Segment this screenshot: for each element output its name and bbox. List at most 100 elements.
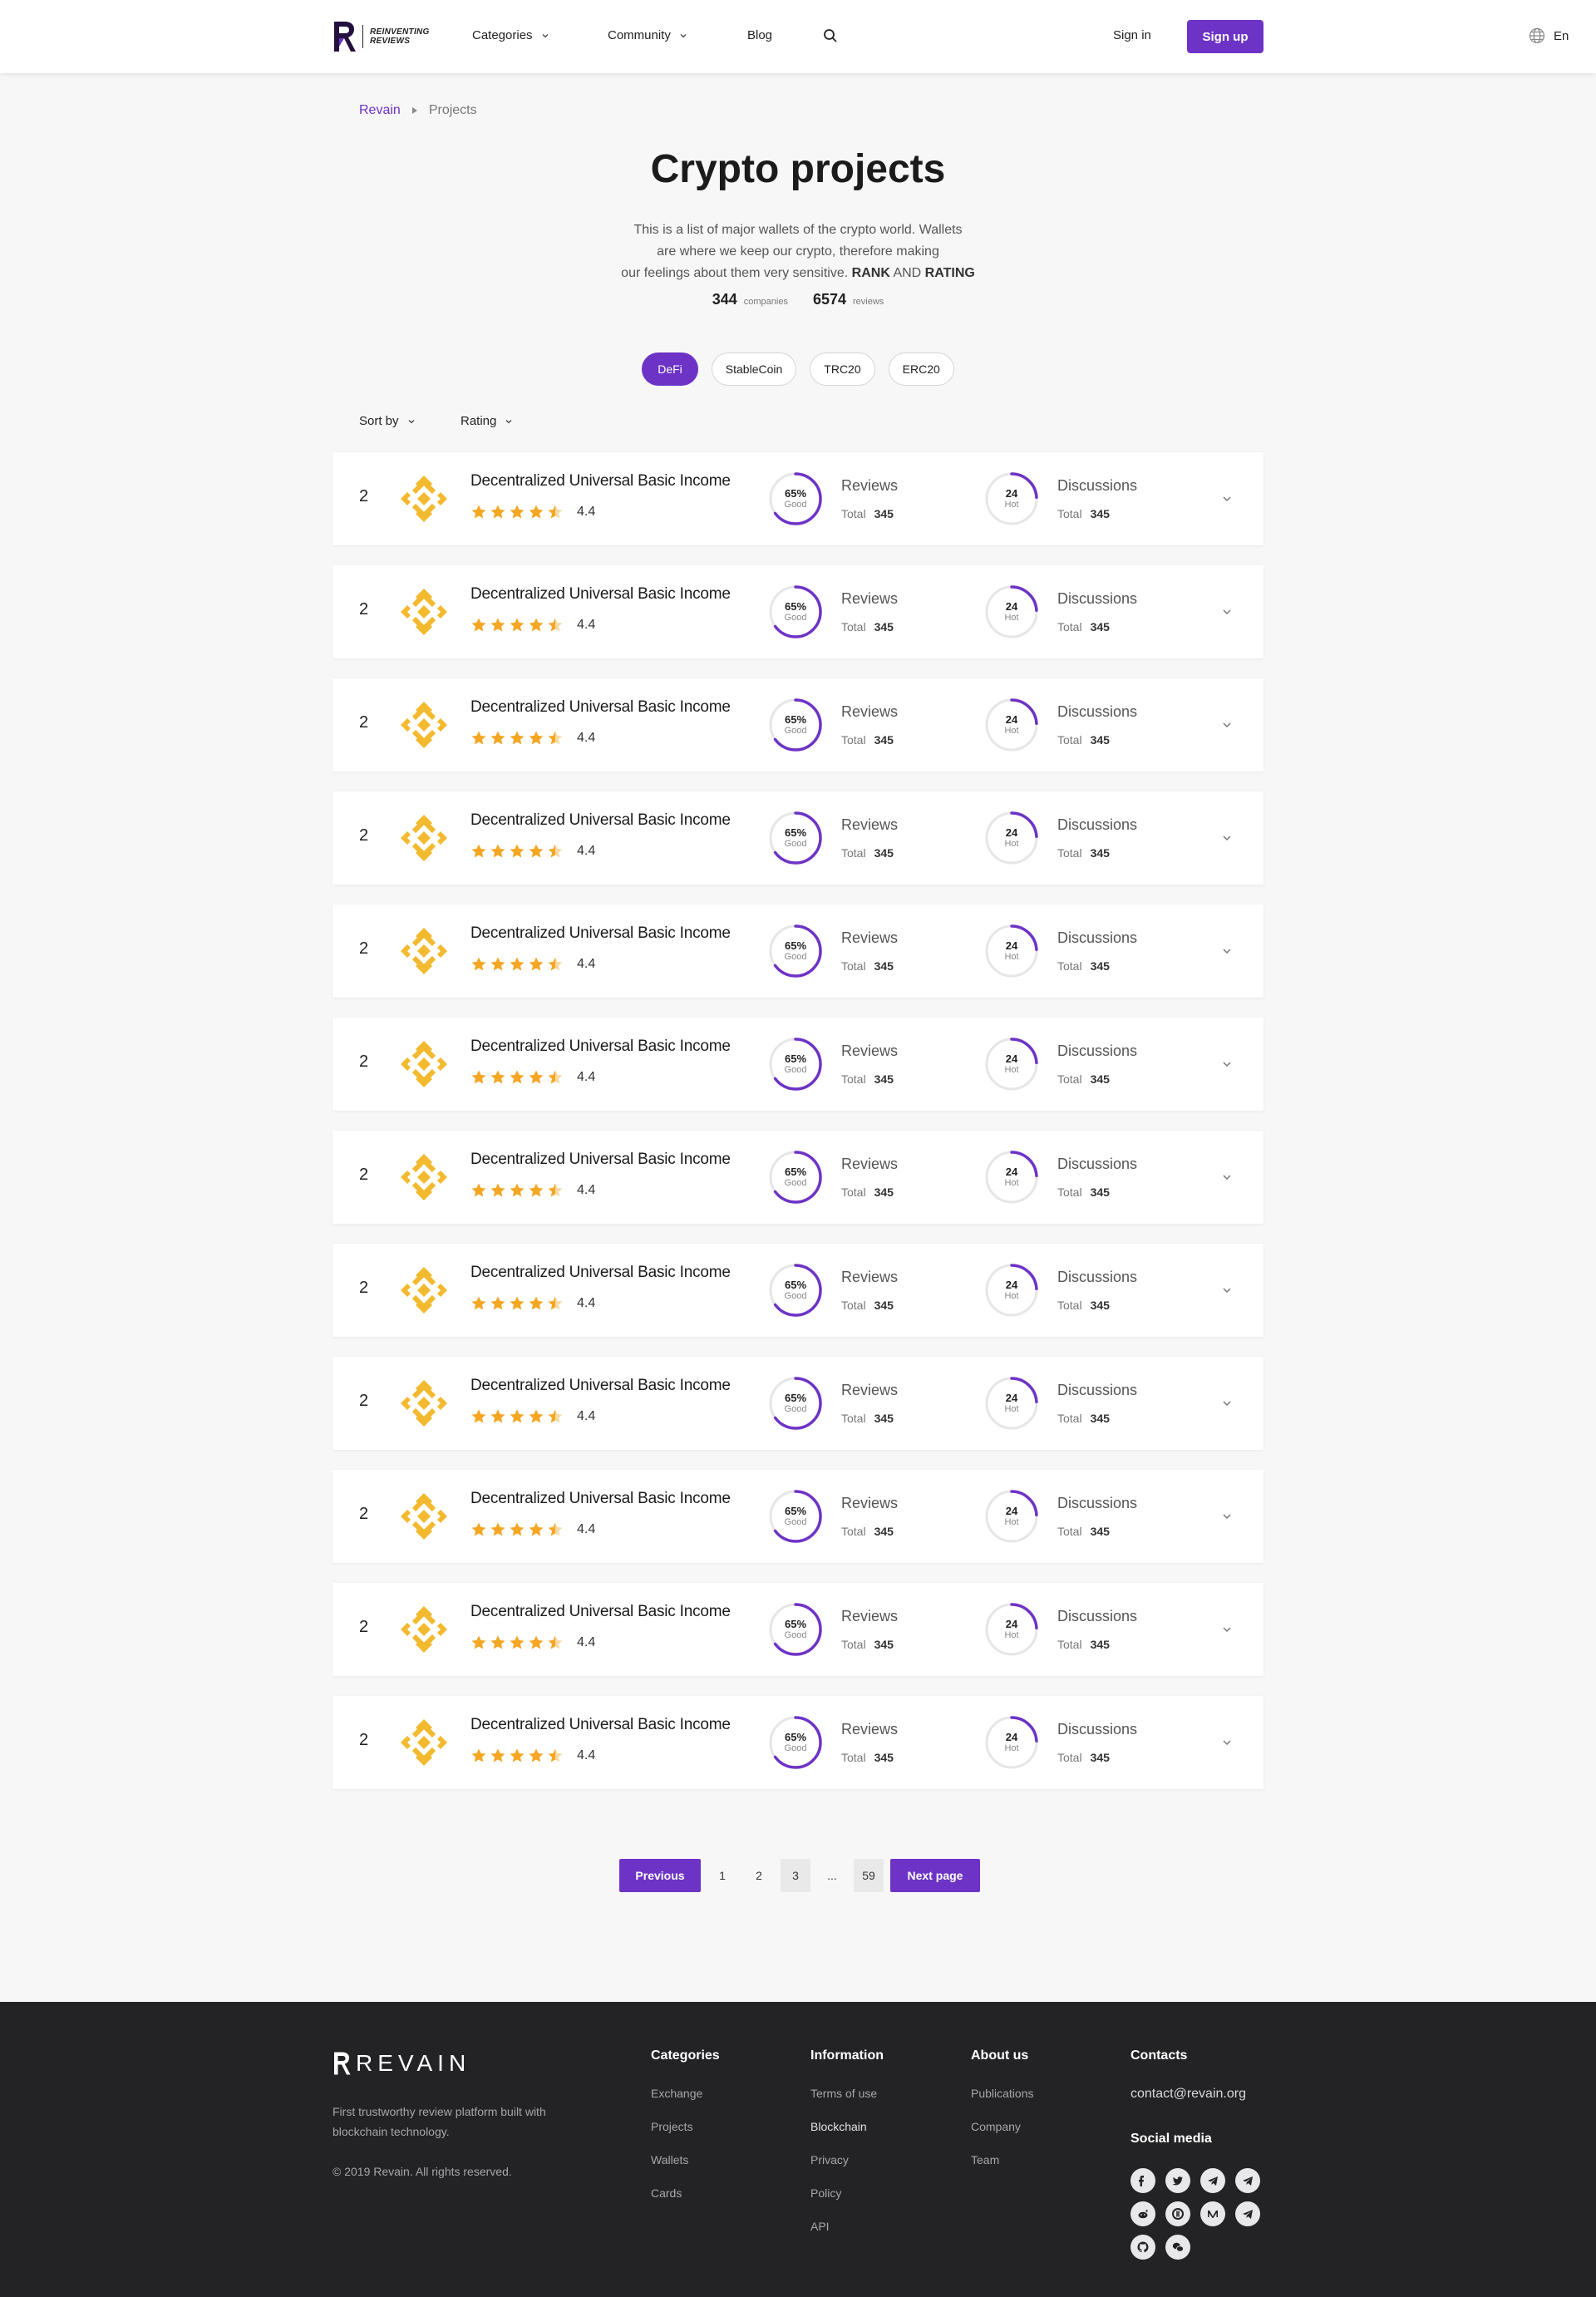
star-rating: 4.4 bbox=[470, 843, 595, 860]
star-icon bbox=[529, 618, 544, 632]
hot-score-ring: 24 Hot bbox=[984, 1489, 1039, 1544]
expand-chevron-icon[interactable] bbox=[1220, 1623, 1234, 1636]
project-name[interactable]: Decentralized Universal Basic Income bbox=[470, 1377, 731, 1395]
reviews-title: Reviews bbox=[841, 1269, 899, 1285]
twitter-icon[interactable] bbox=[1165, 2168, 1190, 2193]
expand-chevron-icon[interactable] bbox=[1220, 1057, 1234, 1071]
project-name[interactable]: Decentralized Universal Basic Income bbox=[470, 924, 731, 943]
footer-copyright: © 2019 Revain. All rights reserved. bbox=[332, 2165, 512, 2178]
project-row[interactable]: 2 Decentralized Universal Basic Income 4… bbox=[332, 1131, 1264, 1224]
tag-trc20[interactable]: TRC20 bbox=[810, 352, 875, 386]
footer-link-terms-of-use[interactable]: Terms of use bbox=[810, 2087, 884, 2120]
search-icon[interactable] bbox=[822, 27, 839, 44]
hot-value: 24 bbox=[1005, 1279, 1018, 1291]
footer-link-blockchain[interactable]: Blockchain bbox=[810, 2120, 884, 2153]
hot-score-ring: 24 Hot bbox=[984, 584, 1039, 639]
breadcrumb-root[interactable]: Revain bbox=[359, 103, 401, 118]
expand-chevron-icon[interactable] bbox=[1220, 1171, 1234, 1184]
rating-value: 4.4 bbox=[577, 1296, 596, 1310]
revain-logo[interactable]: REINVENTING REVIEWS bbox=[332, 20, 430, 53]
star-icon bbox=[529, 1748, 544, 1762]
project-name[interactable]: Decentralized Universal Basic Income bbox=[470, 698, 731, 717]
project-row[interactable]: 2 Decentralized Universal Basic Income 4… bbox=[332, 905, 1264, 998]
tag-defi[interactable]: DeFi bbox=[642, 352, 698, 386]
bitcointalk-icon[interactable] bbox=[1165, 2201, 1190, 2226]
project-name[interactable]: Decentralized Universal Basic Income bbox=[470, 1264, 731, 1282]
page-number[interactable]: 3 bbox=[781, 1859, 810, 1892]
breadcrumb-separator-icon bbox=[411, 107, 417, 114]
reddit-icon[interactable] bbox=[1130, 2201, 1155, 2226]
project-name[interactable]: Decentralized Universal Basic Income bbox=[470, 811, 731, 830]
good-score-ring: 65% Good bbox=[768, 471, 823, 526]
reviews-total: Total 345 bbox=[841, 1185, 894, 1199]
footer-link-team[interactable]: Team bbox=[971, 2153, 1034, 2186]
signup-button[interactable]: Sign up bbox=[1187, 20, 1264, 53]
github-icon[interactable] bbox=[1130, 2235, 1155, 2260]
nav-blog[interactable]: Blog bbox=[747, 28, 772, 42]
nav-community[interactable]: Community bbox=[608, 28, 687, 42]
project-row[interactable]: 2 Decentralized Universal Basic Income 4… bbox=[332, 452, 1264, 545]
telegram-icon[interactable] bbox=[1200, 2168, 1225, 2193]
project-name[interactable]: Decentralized Universal Basic Income bbox=[470, 1151, 731, 1169]
expand-chevron-icon[interactable] bbox=[1220, 1397, 1234, 1410]
expand-chevron-icon[interactable] bbox=[1220, 1510, 1234, 1523]
tag-stablecoin[interactable]: StableCoin bbox=[711, 352, 797, 386]
page-number[interactable]: 1 bbox=[707, 1859, 737, 1892]
page-number[interactable]: 2 bbox=[744, 1859, 774, 1892]
project-row[interactable]: 2 Decentralized Universal Basic Income 4… bbox=[332, 1470, 1264, 1563]
footer-logo[interactable]: REVAIN bbox=[332, 2050, 470, 2077]
hot-label: Hot bbox=[1004, 1743, 1019, 1753]
nav-categories[interactable]: Categories bbox=[472, 28, 549, 42]
expand-chevron-icon[interactable] bbox=[1220, 492, 1234, 505]
footer-link-publications[interactable]: Publications bbox=[971, 2087, 1034, 2120]
sort-by-dropdown[interactable]: Sort by bbox=[359, 414, 416, 428]
next-page-button[interactable]: Next page bbox=[890, 1859, 980, 1892]
language-selector[interactable]: En bbox=[1529, 27, 1569, 44]
project-name[interactable]: Decentralized Universal Basic Income bbox=[470, 585, 731, 604]
footer-column-about-us: About us Publications Company Team bbox=[971, 2048, 1034, 2186]
footer-link-cards[interactable]: Cards bbox=[651, 2186, 720, 2220]
expand-chevron-icon[interactable] bbox=[1220, 1736, 1234, 1749]
previous-page-button[interactable]: Previous bbox=[619, 1859, 701, 1892]
expand-chevron-icon[interactable] bbox=[1220, 944, 1234, 958]
medium-icon[interactable] bbox=[1200, 2201, 1225, 2226]
project-name[interactable]: Decentralized Universal Basic Income bbox=[470, 1716, 731, 1734]
footer-link-projects[interactable]: Projects bbox=[651, 2120, 720, 2153]
footer-link-privacy[interactable]: Privacy bbox=[810, 2153, 884, 2186]
footer-link-api[interactable]: API bbox=[810, 2220, 884, 2253]
footer-link-exchange[interactable]: Exchange bbox=[651, 2087, 720, 2120]
expand-chevron-icon[interactable] bbox=[1220, 1284, 1234, 1297]
project-row[interactable]: 2 Decentralized Universal Basic Income 4… bbox=[332, 1018, 1264, 1111]
wechat-icon[interactable] bbox=[1165, 2235, 1190, 2260]
project-row[interactable]: 2 Decentralized Universal Basic Income 4… bbox=[332, 565, 1264, 658]
project-row[interactable]: 2 Decentralized Universal Basic Income 4… bbox=[332, 1583, 1264, 1676]
footer-link-policy[interactable]: Policy bbox=[810, 2186, 884, 2220]
rating-sort-dropdown[interactable]: Rating bbox=[461, 414, 513, 428]
project-row[interactable]: 2 Decentralized Universal Basic Income 4… bbox=[332, 1357, 1264, 1450]
project-name[interactable]: Decentralized Universal Basic Income bbox=[470, 1603, 731, 1621]
footer-link-company[interactable]: Company bbox=[971, 2120, 1034, 2153]
project-row[interactable]: 2 Decentralized Universal Basic Income 4… bbox=[332, 1696, 1264, 1789]
project-row[interactable]: 2 Decentralized Universal Basic Income 4… bbox=[332, 678, 1264, 771]
project-name[interactable]: Decentralized Universal Basic Income bbox=[470, 472, 731, 490]
rating-value: 4.4 bbox=[577, 1409, 596, 1423]
project-name[interactable]: Decentralized Universal Basic Income bbox=[470, 1490, 731, 1508]
hot-score-ring: 24 Hot bbox=[984, 1037, 1039, 1092]
expand-chevron-icon[interactable] bbox=[1220, 831, 1234, 845]
good-score-ring: 65% Good bbox=[768, 1376, 823, 1431]
signin-link[interactable]: Sign in bbox=[1113, 28, 1151, 42]
expand-chevron-icon[interactable] bbox=[1220, 605, 1234, 619]
project-row[interactable]: 2 Decentralized Universal Basic Income 4… bbox=[332, 791, 1264, 885]
facebook-icon[interactable] bbox=[1130, 2168, 1155, 2193]
footer-link-wallets[interactable]: Wallets bbox=[651, 2153, 720, 2186]
contact-email[interactable]: contact@revain.org bbox=[1130, 2087, 1260, 2102]
telegram-icon[interactable] bbox=[1235, 2168, 1260, 2193]
reviews-total: Total 345 bbox=[841, 1072, 894, 1086]
telegram-icon-glyph bbox=[1243, 2176, 1253, 2186]
project-row[interactable]: 2 Decentralized Universal Basic Income 4… bbox=[332, 1244, 1264, 1337]
tag-erc20[interactable]: ERC20 bbox=[888, 352, 954, 386]
expand-chevron-icon[interactable] bbox=[1220, 718, 1234, 732]
page-number[interactable]: 59 bbox=[854, 1859, 884, 1892]
project-name[interactable]: Decentralized Universal Basic Income bbox=[470, 1038, 731, 1056]
telegram-icon[interactable] bbox=[1235, 2201, 1260, 2226]
